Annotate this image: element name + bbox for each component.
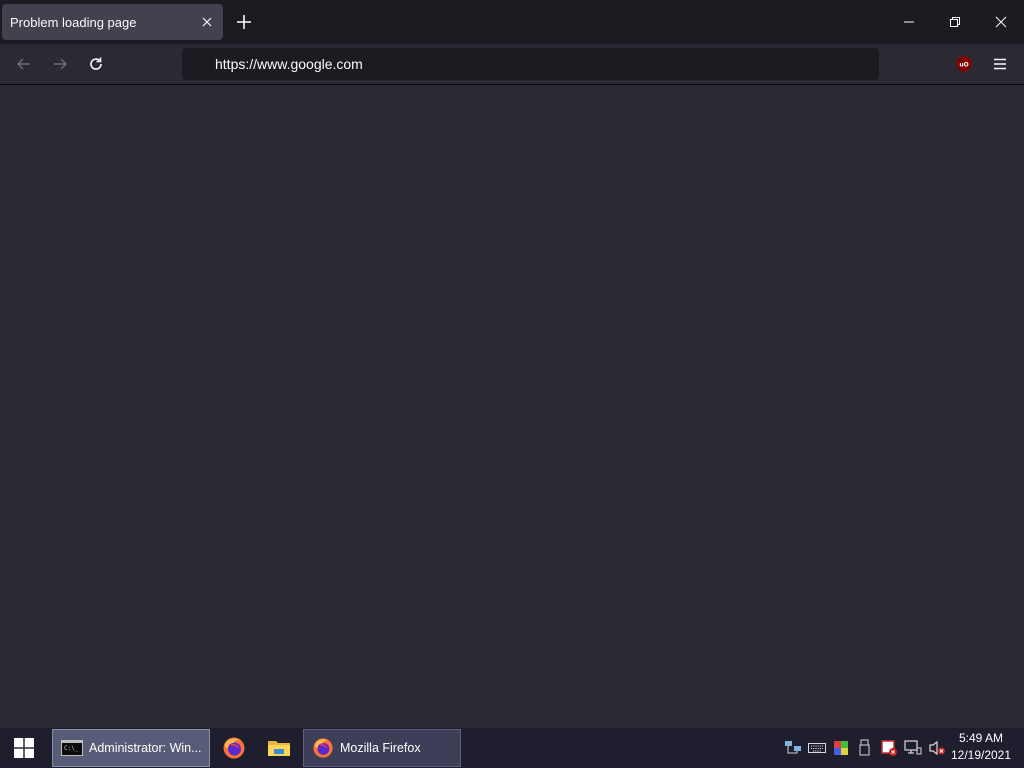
svg-text:uO: uO [959, 62, 968, 69]
tab-close-icon[interactable] [195, 10, 219, 34]
firefox-icon [223, 737, 245, 759]
reload-button[interactable] [82, 50, 110, 78]
windows-logo-icon [14, 738, 34, 758]
tab-strip: Problem loading page [0, 0, 1024, 44]
taskbar-clock[interactable]: 5:49 AM 12/19/2021 [948, 730, 1014, 766]
svg-text:C:\_: C:\_ [64, 745, 79, 752]
ublock-origin-button[interactable]: uO [954, 54, 974, 74]
volume-muted-icon[interactable] [927, 738, 947, 758]
taskbar-item-label: Administrator: Win... [89, 741, 202, 755]
taskbar-firefox-pinned[interactable] [212, 728, 256, 768]
navigation-toolbar: https://www.google.com uO [0, 44, 1024, 85]
command-prompt-icon: C:\_ [61, 740, 83, 756]
reload-icon [90, 57, 102, 70]
firefox-icon [313, 738, 333, 758]
minimize-icon [904, 21, 914, 23]
forward-button[interactable] [46, 50, 74, 78]
network-drives-icon[interactable] [783, 738, 803, 758]
folder-icon [268, 741, 290, 756]
taskbar-item-cmd[interactable]: C:\_ Administrator: Win... [52, 729, 210, 767]
usb-device-icon[interactable] [855, 738, 875, 758]
back-arrow-icon [17, 58, 30, 70]
restore-button[interactable] [932, 0, 978, 44]
start-button[interactable] [0, 728, 48, 768]
tab-active[interactable]: Problem loading page [2, 4, 223, 40]
url-text: https://www.google.com [215, 56, 363, 72]
clock-time: 5:49 AM [958, 731, 1004, 745]
display-color-icon[interactable] [831, 738, 851, 758]
close-icon [995, 16, 1007, 28]
network-icon[interactable] [903, 738, 923, 758]
plus-icon [237, 15, 251, 29]
restore-icon [950, 17, 960, 27]
taskbar-item-label: Mozilla Firefox [340, 741, 421, 755]
page-content [0, 85, 1024, 728]
app-menu-button[interactable] [988, 52, 1012, 76]
keyboard-icon[interactable] [807, 738, 827, 758]
taskbar-item-firefox[interactable]: Mozilla Firefox [303, 729, 461, 767]
hamburger-menu-icon [994, 58, 1006, 70]
forward-arrow-icon [54, 58, 67, 70]
taskbar-file-explorer[interactable] [257, 728, 301, 768]
tab-title: Problem loading page [10, 14, 137, 30]
minimize-button[interactable] [886, 0, 932, 44]
close-window-button[interactable] [978, 0, 1024, 44]
new-tab-button[interactable] [232, 10, 256, 34]
url-bar[interactable]: https://www.google.com [182, 48, 879, 80]
security-alert-icon[interactable] [879, 738, 899, 758]
back-button[interactable] [10, 50, 38, 78]
ublock-origin-icon: uO [956, 55, 972, 73]
clock-date: 12/19/2021 [950, 748, 1012, 762]
taskbar: C:\_ Administrator: Win... Mozilla Firef… [0, 728, 1024, 768]
